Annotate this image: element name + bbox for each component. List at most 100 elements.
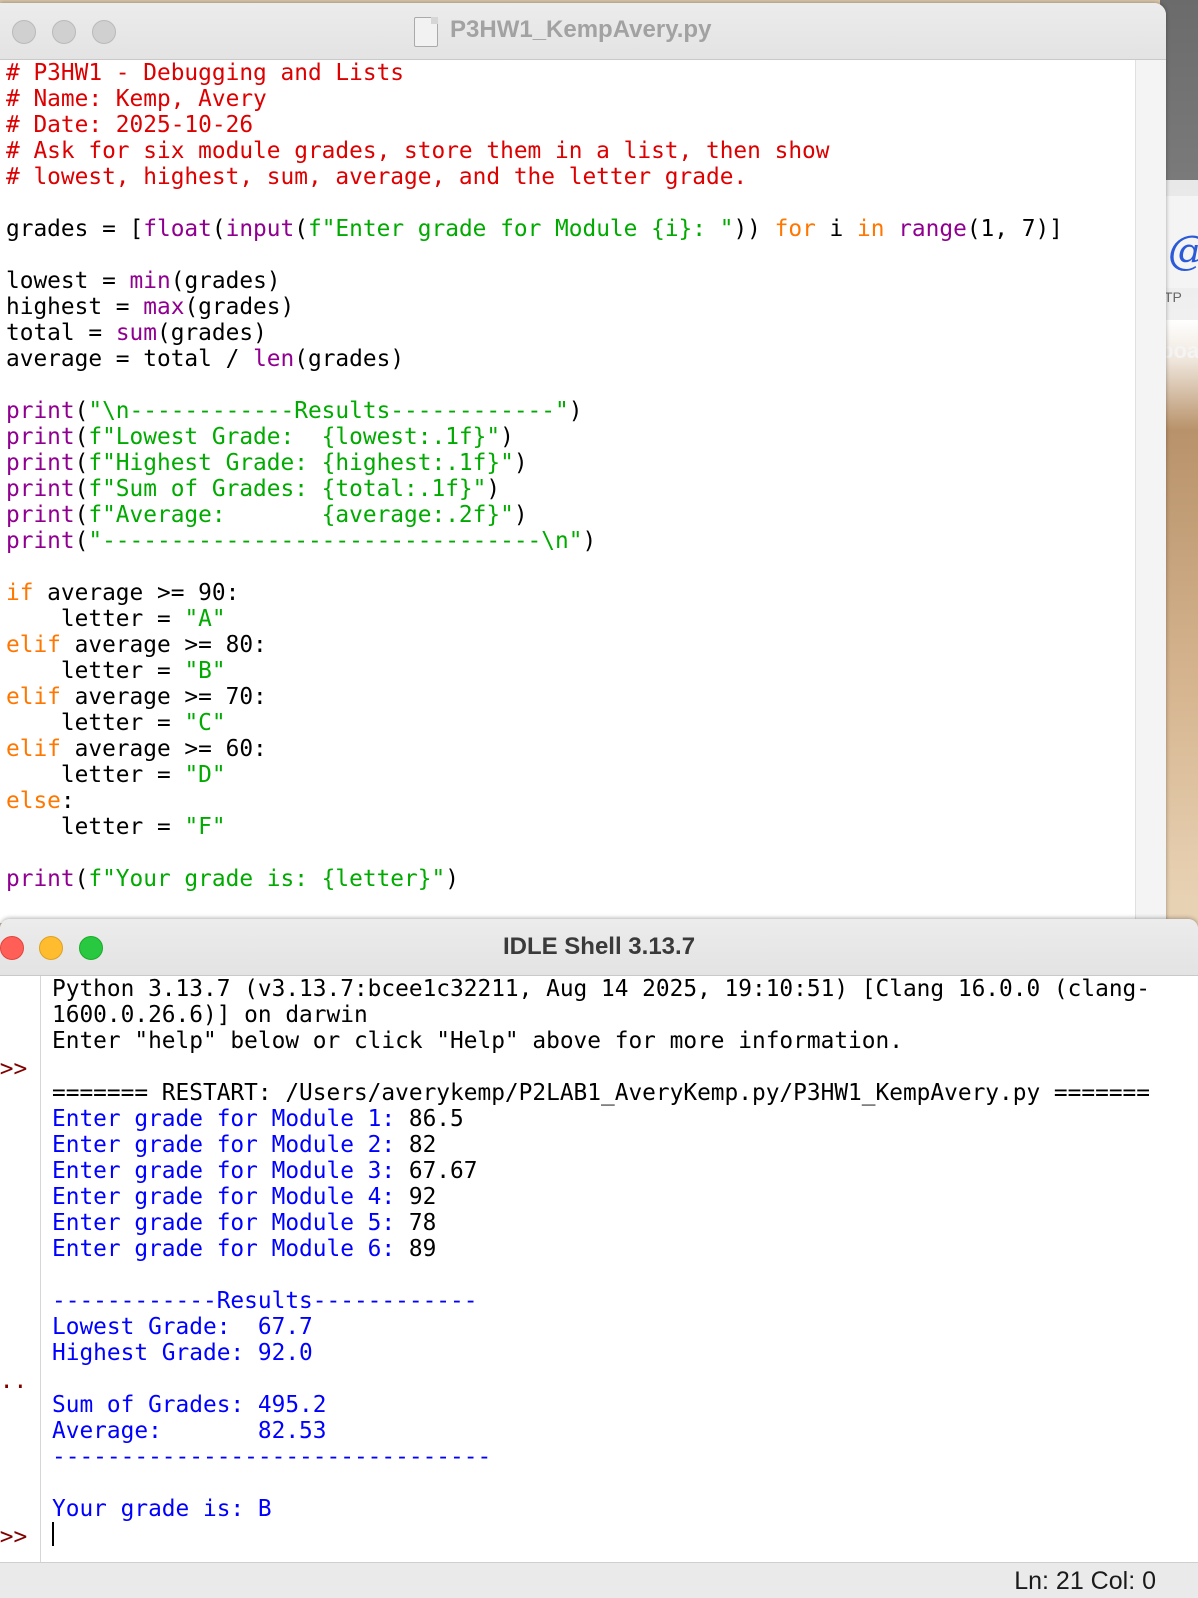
- code-token: letter =: [6, 606, 185, 632]
- shell-window: IDLE Shell 3.13.7 >>>... >>> Python 3.13.…: [0, 919, 1198, 1598]
- code-token: sum: [115, 320, 157, 346]
- close-button[interactable]: [12, 20, 36, 44]
- code-token: )): [733, 216, 775, 242]
- code-line: letter = "A": [6, 606, 1134, 632]
- code-token: input: [225, 216, 295, 242]
- shell-line: Enter grade for Module 6: 89: [52, 1236, 1190, 1262]
- code-token: Enter grade for Module 2:: [52, 1132, 409, 1158]
- code-token: # Ask for six module grades, store them …: [6, 138, 830, 164]
- code-token: ): [500, 424, 514, 450]
- code-token: max: [143, 294, 185, 320]
- shell-line: Your grade is: B: [52, 1496, 1190, 1522]
- shell-line: Enter grade for Module 5: 78: [52, 1210, 1190, 1236]
- code-token: 89: [408, 1236, 437, 1262]
- shell-output[interactable]: Python 3.13.7 (v3.13.7:bcee1c32211, Aug …: [52, 976, 1190, 1548]
- code-token: 67.67: [408, 1158, 478, 1184]
- code-token: print: [6, 398, 75, 424]
- code-token: 86.5: [408, 1106, 464, 1132]
- code-token: else: [6, 788, 61, 814]
- code-line: # Name: Kemp, Avery: [6, 86, 1134, 112]
- code-line: print("--------------------------------\…: [6, 528, 1134, 554]
- editor-titlebar[interactable]: P3HW1_KempAvery.py: [0, 3, 1166, 60]
- prompt-marker: >>>: [0, 1056, 28, 1082]
- code-token: lowest =: [6, 268, 130, 294]
- code-token: average >= 80:: [60, 632, 267, 658]
- code-line: highest = max(grades): [6, 294, 1134, 320]
- shell-line: Sum of Grades: 495.2: [52, 1392, 1190, 1418]
- shell-line: Python 3.13.7 (v3.13.7:bcee1c32211, Aug …: [52, 976, 1190, 1002]
- code-line: total = sum(grades): [6, 320, 1134, 346]
- code-token: ): [582, 528, 597, 554]
- shell-titlebar[interactable]: IDLE Shell 3.13.7: [0, 919, 1198, 976]
- code-token: total =: [6, 320, 116, 346]
- python-file-icon: [414, 17, 438, 47]
- code-line: print("\n------------Results------------…: [6, 398, 1134, 424]
- code-token: print: [6, 476, 75, 502]
- code-token: average = total /: [6, 346, 254, 372]
- code-token: 1600.0.26.6)] on darwin: [52, 1002, 368, 1028]
- code-editor[interactable]: # P3HW1 - Debugging and Lists # Name: Kem…: [6, 60, 1134, 892]
- code-token: print: [6, 424, 75, 450]
- shell-line: Lowest Grade: 67.7: [52, 1314, 1190, 1340]
- code-token: :: [60, 788, 75, 814]
- code-token: # Name: Kemp, Avery: [6, 86, 267, 112]
- code-token: f"Your grade is: {letter}": [88, 866, 446, 892]
- code-token: (grades): [294, 346, 405, 372]
- shell-line: --------------------------------: [52, 1444, 1190, 1470]
- code-line: elif average >= 60:: [6, 736, 1134, 762]
- code-token: (grades): [157, 320, 267, 346]
- code-token: (: [74, 450, 89, 476]
- minimize-button[interactable]: [52, 20, 76, 44]
- code-token: 82: [408, 1132, 437, 1158]
- code-token: elif: [6, 632, 61, 658]
- code-line: grades = [float(input(f"Enter grade for …: [6, 216, 1134, 242]
- shell-line: ======= RESTART: /Users/averykemp/P2LAB1…: [52, 1080, 1190, 1106]
- code-token: "A": [184, 606, 226, 632]
- shell-line: [52, 1522, 1190, 1548]
- code-token: # Date: 2025-10-26: [6, 112, 254, 138]
- code-line: print(f"Sum of Grades: {total:.1f}"): [6, 476, 1134, 502]
- code-token: (: [74, 398, 89, 424]
- code-token: ): [513, 502, 528, 528]
- code-line: print(f"Average: {average:.2f}"): [6, 502, 1134, 528]
- code-line: letter = "F": [6, 814, 1134, 840]
- code-token: min: [129, 268, 171, 294]
- code-token: print: [6, 450, 75, 476]
- code-token: "C": [184, 710, 226, 736]
- code-token: ======= RESTART: /Users/averykemp/P2LAB1…: [52, 1080, 1150, 1106]
- code-token: highest =: [6, 294, 144, 320]
- code-line: print(f"Lowest Grade: {lowest:.1f}"): [6, 424, 1134, 450]
- code-token: # lowest, highest, sum, average, and the…: [6, 164, 748, 190]
- code-token: "F": [184, 814, 226, 840]
- code-token: Enter grade for Module 6:: [52, 1236, 409, 1262]
- code-token: "\n------------Results------------": [88, 398, 569, 424]
- code-token: print: [6, 502, 75, 528]
- code-token: # P3HW1 - Debugging and Lists: [6, 60, 405, 86]
- desktop-icon-caption: TP: [1164, 289, 1182, 305]
- code-token: (: [74, 476, 89, 502]
- code-line: elif average >= 70:: [6, 684, 1134, 710]
- code-token: in: [857, 216, 885, 242]
- code-token: ): [445, 866, 459, 892]
- code-token: ): [486, 476, 501, 502]
- code-token: float: [143, 216, 212, 242]
- shell-prompt-gutter: >>>... >>>: [0, 976, 41, 1564]
- code-token: 92: [408, 1184, 437, 1210]
- code-token: if: [6, 580, 34, 606]
- code-token: (grades): [170, 268, 281, 294]
- prompt-marker: ...: [0, 1368, 28, 1394]
- code-token: (: [211, 216, 226, 242]
- zoom-button[interactable]: [92, 20, 116, 44]
- code-line: # P3HW1 - Debugging and Lists: [6, 60, 1134, 86]
- code-token: elif: [6, 684, 61, 710]
- code-token: f"Highest Grade: {highest:.1f}": [88, 450, 514, 476]
- code-token: ------------Results------------: [52, 1288, 478, 1314]
- editor-scrollbar[interactable]: [1135, 60, 1166, 923]
- code-token: range: [898, 216, 967, 242]
- code-token: f"Lowest Grade: {lowest:.1f}": [88, 424, 501, 450]
